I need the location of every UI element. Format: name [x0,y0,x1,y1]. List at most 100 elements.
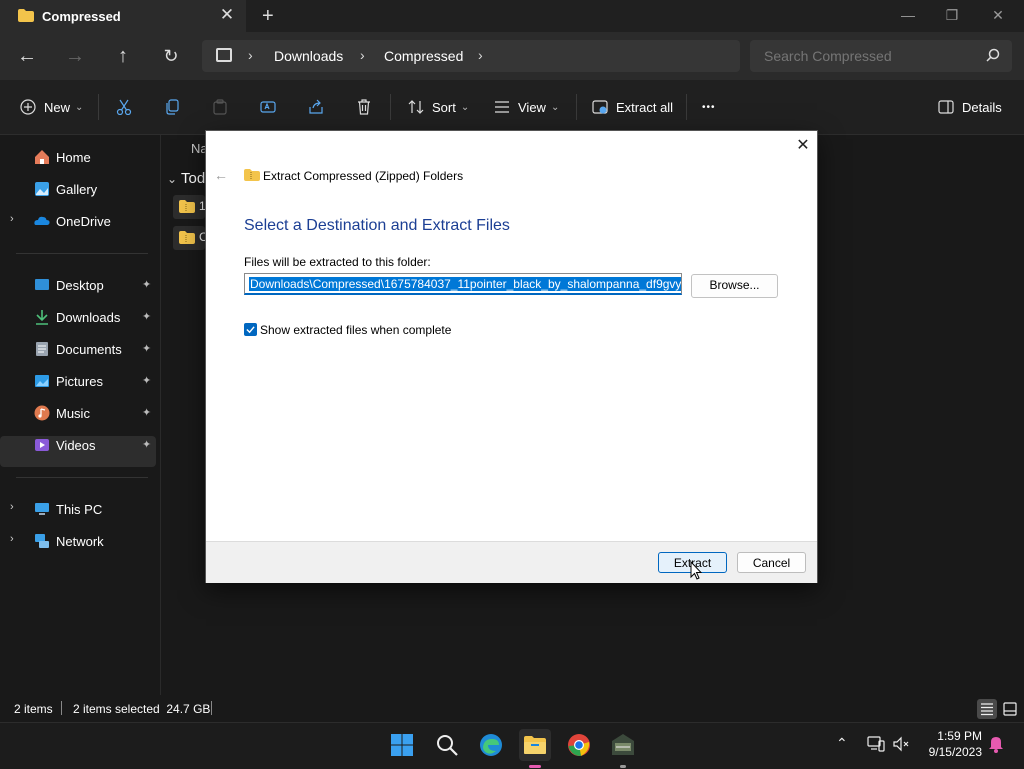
volume-muted-icon[interactable] [893,736,911,752]
pin-icon[interactable]: ✦ [142,278,152,291]
address-bar[interactable]: › Downloads › Compressed › [202,40,740,72]
sidebar-item-music[interactable]: Music ✦ [28,398,154,428]
pin-icon[interactable]: ✦ [142,374,152,387]
sidebar-item-label: Music [56,405,90,421]
breadcrumb-downloads[interactable]: Downloads [274,48,343,64]
share-button[interactable] [308,97,324,117]
pin-icon[interactable]: ✦ [142,438,152,451]
title-bar: Compressed ✕ + — ❐ ✕ [0,0,1024,32]
chrome-button[interactable] [563,729,595,761]
destination-value: Downloads\Compressed\1675784037_11pointe… [249,277,681,291]
file-row[interactable]: 1( [173,195,210,219]
collapse-chevron-icon[interactable]: ⌄ [167,172,177,186]
details-view-button[interactable] [977,699,997,719]
paste-button[interactable] [212,97,228,117]
sort-button[interactable]: Sort ⌄ [408,97,469,117]
show-files-label[interactable]: Show extracted files when complete [260,323,451,337]
start-button[interactable] [386,729,418,761]
sidebar-item-documents[interactable]: Documents ✦ [28,334,154,364]
game-app-icon [612,734,634,755]
group-header-today[interactable]: Tod [181,170,205,187]
notification-bell-icon[interactable] [988,735,1004,753]
cut-button[interactable] [116,97,132,117]
divider [61,701,62,715]
details-button[interactable]: Details [938,97,1002,117]
taskbar-search-button[interactable] [431,729,463,761]
expand-chevron-icon[interactable]: › [10,533,22,545]
breadcrumb-compressed[interactable]: Compressed [384,48,463,64]
dialog-close-button[interactable]: ✕ [794,137,812,155]
expand-chevron-icon[interactable]: › [10,213,22,225]
game-app-button[interactable] [607,729,639,768]
delete-button[interactable] [356,97,372,117]
command-bar: New ⌄ Sort ⌄ View ⌄ Extract all ••• Deta [0,80,1024,135]
clock-time[interactable]: 1:59 PM [934,729,982,743]
sidebar-item-downloads[interactable]: Downloads ✦ [28,302,154,332]
start-icon [391,734,413,756]
minimize-button[interactable]: — [896,4,920,26]
tab-compressed[interactable]: Compressed ✕ [0,0,246,32]
destination-input[interactable]: Downloads\Compressed\1675784037_11pointe… [244,273,682,295]
sidebar-item-videos[interactable]: Videos ✦ [28,430,154,460]
plus-circle-icon [20,99,36,115]
tab-close-icon[interactable]: ✕ [218,6,236,24]
clock-date[interactable]: 9/15/2023 [922,745,982,759]
cancel-button[interactable]: Cancel [737,552,806,573]
refresh-button[interactable]: ↻ [158,43,184,69]
tiles-view-button[interactable] [1000,699,1020,719]
show-files-checkbox[interactable] [244,323,257,336]
divider [390,94,391,120]
new-label: New [44,99,71,115]
sidebar-item-label: This PC [56,501,103,517]
maximize-button[interactable]: ❐ [940,4,964,26]
file-explorer-button[interactable] [519,729,551,768]
sidebar-item-network[interactable]: Network [28,526,154,556]
search-box[interactable] [750,40,1012,72]
download-icon [36,310,48,325]
browse-button[interactable]: Browse... [691,274,778,298]
home-icon [35,150,49,164]
pc-icon [35,503,49,515]
forward-button[interactable]: → [62,43,88,69]
network-icon [35,534,49,548]
extract-all-button[interactable]: Extract all [592,97,673,117]
sidebar-item-this-pc[interactable]: This PC [28,494,154,524]
scissors-icon [116,99,132,115]
sidebar-item-pictures[interactable]: Pictures ✦ [28,366,154,396]
copy-button[interactable] [164,97,180,117]
file-row[interactable]: C [173,226,208,250]
sidebar-item-label: Videos [56,437,96,453]
edge-button[interactable] [475,729,507,761]
up-button[interactable]: ↑ [110,43,136,69]
show-hidden-icons-icon[interactable]: ⌃ [836,735,852,751]
pin-icon[interactable]: ✦ [142,310,152,323]
network-status-icon[interactable] [867,736,885,752]
sidebar-item-label: OneDrive [56,213,111,229]
search-icon [986,48,1000,62]
folder-icon [18,9,34,22]
more-options-button[interactable]: ••• [702,97,716,117]
new-tab-button[interactable]: + [262,6,280,26]
view-button[interactable]: View ⌄ [494,97,559,117]
chevron-down-icon: ⌄ [460,101,470,113]
dialog-back-button[interactable]: ← [214,167,228,183]
close-window-button[interactable]: ✕ [986,4,1010,26]
breadcrumb-separator: › [360,47,365,63]
divider [576,94,577,120]
new-button[interactable]: New ⌄ [20,97,83,117]
trash-icon [358,99,370,115]
sidebar-item-gallery[interactable]: Gallery [28,174,154,204]
rename-button[interactable] [260,97,276,117]
extract-dialog: ✕ ← Extract Compressed (Zipped) Folders … [206,131,817,583]
chevron-down-icon: ⌄ [75,101,84,113]
pin-icon[interactable]: ✦ [142,342,152,355]
expand-chevron-icon[interactable]: › [10,501,22,513]
search-input[interactable] [764,48,974,64]
pin-icon[interactable]: ✦ [142,406,152,419]
divider [211,701,212,715]
breadcrumb-separator[interactable]: › [478,47,483,63]
sidebar-item-home[interactable]: Home [28,142,154,172]
sidebar-item-desktop[interactable]: Desktop ✦ [28,270,154,300]
sidebar-item-onedrive[interactable]: OneDrive [28,206,154,236]
back-button[interactable]: ← [14,43,40,69]
